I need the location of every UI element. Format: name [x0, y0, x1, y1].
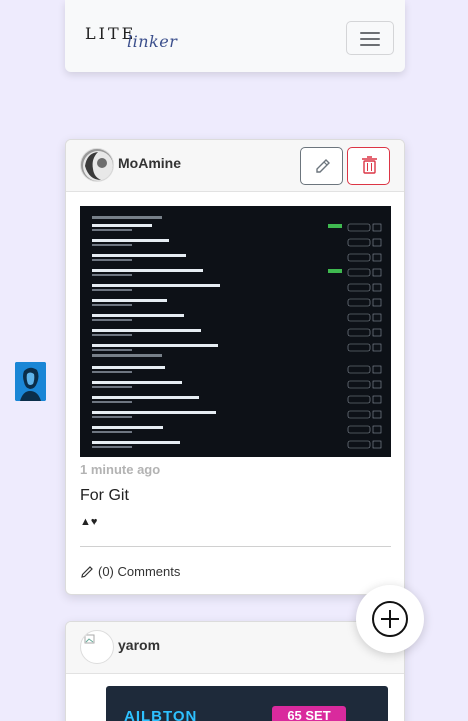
post-card: MoAmine 1 minute ago For Git ▲♥ (0) Comm… — [65, 139, 405, 595]
hamburger-icon-bar — [360, 38, 380, 40]
add-post-button[interactable] — [356, 585, 424, 653]
user-avatar-icon — [81, 149, 113, 181]
comments-count: (0) Comments — [98, 564, 181, 579]
trash-icon — [362, 156, 377, 174]
navbar: LITE linker — [65, 0, 405, 72]
pencil-icon — [316, 159, 330, 173]
post-header: yarom — [66, 622, 404, 674]
product-badge: 65 SET — [272, 706, 346, 721]
post-image[interactable] — [80, 206, 391, 457]
post-card: yarom AILBTON 65 SET — [65, 621, 405, 721]
pen-icon — [81, 565, 93, 578]
plus-circle-icon — [372, 601, 408, 637]
comments-link[interactable]: (0) Comments — [80, 564, 180, 579]
product-brand: AILBTON — [124, 708, 198, 721]
post-title: For Git — [80, 487, 129, 504]
delete-post-button[interactable] — [347, 147, 390, 185]
portrait-icon — [15, 362, 46, 401]
avatar[interactable] — [80, 630, 114, 664]
side-profile-image[interactable] — [15, 362, 46, 401]
brand-logo[interactable]: LITE linker — [85, 20, 195, 54]
edit-post-button[interactable] — [300, 147, 343, 185]
hamburger-icon-bar — [360, 44, 380, 46]
post-time: 1 minute ago — [80, 462, 161, 477]
commit-list-screenshot — [80, 206, 391, 457]
post-image[interactable]: AILBTON 65 SET — [106, 686, 388, 721]
logo-text-linker: linker — [127, 32, 178, 51]
post-username[interactable]: MoAmine — [118, 155, 181, 171]
post-header: MoAmine — [66, 140, 404, 192]
divider — [80, 546, 391, 547]
post-username[interactable]: yarom — [118, 637, 160, 653]
reactions[interactable]: ▲♥ — [80, 516, 97, 528]
broken-image-icon — [84, 634, 95, 644]
hamburger-icon — [360, 32, 380, 34]
navbar-toggler-button[interactable] — [346, 21, 394, 55]
avatar[interactable] — [80, 148, 114, 182]
